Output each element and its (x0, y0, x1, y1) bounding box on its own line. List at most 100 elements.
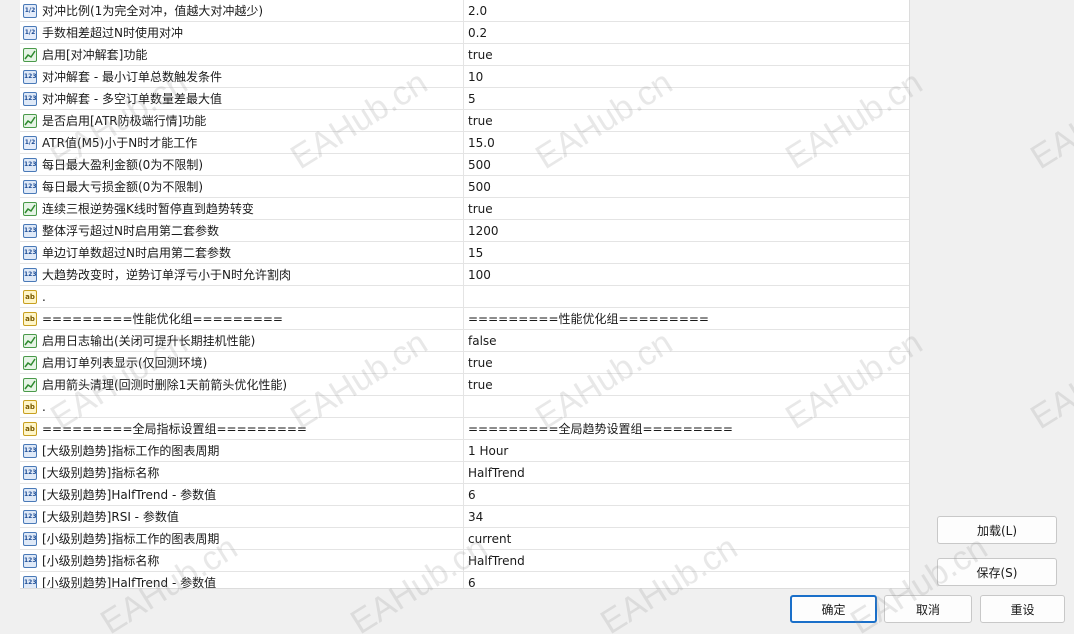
param-row[interactable]: 是否启用[ATR防极端行情]功能 true (20, 110, 909, 132)
param-value[interactable]: 34 (465, 506, 909, 527)
string-type-icon: ab (23, 289, 37, 304)
param-row[interactable]: 启用箭头清理(回测时删除1天前箭头优化性能) true (20, 374, 909, 396)
param-value[interactable]: 15 (465, 242, 909, 263)
integer-type-icon: 123 (23, 575, 37, 588)
param-value[interactable]: 10 (465, 66, 909, 87)
param-name-cell: ab =========性能优化组========= (20, 308, 464, 329)
param-row[interactable]: 123 单边订单数超过N时启用第二套参数 15 (20, 242, 909, 264)
param-name: =========性能优化组========= (42, 312, 283, 326)
integer-type-icon: 123 (23, 69, 37, 84)
param-row[interactable]: 1/2 ATR值(M5)小于N时才能工作 15.0 (20, 132, 909, 154)
param-value[interactable]: 500 (465, 154, 909, 175)
param-value[interactable]: 2.0 (465, 0, 909, 21)
param-name: 对冲解套 - 最小订单总数触发条件 (42, 70, 222, 84)
param-value[interactable]: false (465, 330, 909, 351)
param-name-cell: 连续三根逆势强K线时暂停直到趋势转变 (20, 198, 464, 219)
param-row[interactable]: 123 [大级别趋势]指标名称 HalfTrend (20, 462, 909, 484)
param-name-cell: 123 对冲解套 - 最小订单总数触发条件 (20, 66, 464, 87)
param-value[interactable] (465, 396, 909, 417)
integer-type-icon: 123 (23, 245, 37, 260)
param-name-cell: 1/2 手数相差超过N时使用对冲 (20, 22, 464, 43)
param-value[interactable]: 1200 (465, 220, 909, 241)
dialog-button-bar: 确定 取消 重设 (0, 589, 1074, 634)
param-value[interactable]: 6 (465, 484, 909, 505)
param-value[interactable]: 5 (465, 88, 909, 109)
load-button[interactable]: 加载(L) (937, 516, 1057, 544)
ok-button[interactable]: 确定 (790, 595, 877, 623)
param-row[interactable]: 启用订单列表显示(仅回测环境) true (20, 352, 909, 374)
param-row[interactable]: 启用[对冲解套]功能 true (20, 44, 909, 66)
param-row[interactable]: 123 [小级别趋势]指标名称 HalfTrend (20, 550, 909, 572)
param-value[interactable]: HalfTrend (465, 462, 909, 483)
integer-type-icon: 123 (23, 487, 37, 502)
cancel-button[interactable]: 取消 (884, 595, 972, 623)
param-row[interactable]: ab =========性能优化组========= =========性能优化组=… (20, 308, 909, 330)
param-row[interactable]: 1/2 手数相差超过N时使用对冲 0.2 (20, 22, 909, 44)
param-row[interactable]: 123 对冲解套 - 最小订单总数触发条件 10 (20, 66, 909, 88)
reset-button[interactable]: 重设 (980, 595, 1065, 623)
param-name-cell: 123 每日最大盈利金额(0为不限制) (20, 154, 464, 175)
param-name: [大级别趋势]指标工作的图表周期 (42, 444, 220, 458)
param-row[interactable]: 123 [大级别趋势]指标工作的图表周期 1 Hour (20, 440, 909, 462)
param-row[interactable]: 123 [大级别趋势]HalfTrend - 参数值 6 (20, 484, 909, 506)
param-name: =========全局指标设置组========= (42, 422, 307, 436)
param-row[interactable]: 123 整体浮亏超过N时启用第二套参数 1200 (20, 220, 909, 242)
param-value[interactable]: 0.2 (465, 22, 909, 43)
param-row[interactable]: 123 大趋势改变时，逆势订单浮亏小于N时允许割肉 100 (20, 264, 909, 286)
param-name: 启用订单列表显示(仅回测环境) (42, 356, 208, 370)
param-value[interactable]: true (465, 44, 909, 65)
param-value[interactable]: true (465, 352, 909, 373)
param-row[interactable]: ab. (20, 286, 909, 308)
param-name-cell: 启用箭头清理(回测时删除1天前箭头优化性能) (20, 374, 464, 395)
param-name: 手数相差超过N时使用对冲 (42, 26, 183, 40)
string-type-icon: ab (23, 399, 37, 414)
param-row[interactable]: 123 [小级别趋势]指标工作的图表周期 current (20, 528, 909, 550)
param-value[interactable] (465, 286, 909, 307)
integer-type-icon: 123 (23, 509, 37, 524)
param-name-cell: 123 整体浮亏超过N时启用第二套参数 (20, 220, 464, 241)
param-name: 每日最大盈利金额(0为不限制) (42, 158, 203, 172)
param-value[interactable]: true (465, 374, 909, 395)
param-name: 对冲解套 - 多空订单数量差最大值 (42, 92, 222, 106)
integer-type-icon: 123 (23, 267, 37, 282)
param-row[interactable]: 123 每日最大亏损金额(0为不限制) 500 (20, 176, 909, 198)
integer-type-icon: 123 (23, 91, 37, 106)
param-name-cell: 123 大趋势改变时，逆势订单浮亏小于N时允许割肉 (20, 264, 464, 285)
param-name-cell: 123 [大级别趋势]HalfTrend - 参数值 (20, 484, 464, 505)
param-row[interactable]: 启用日志输出(关闭可提升长期挂机性能) false (20, 330, 909, 352)
integer-type-icon: 123 (23, 223, 37, 238)
param-value[interactable]: 6 (465, 572, 909, 589)
param-name-cell: 123 每日最大亏损金额(0为不限制) (20, 176, 464, 197)
param-row[interactable]: 123 [大级别趋势]RSI - 参数值 34 (20, 506, 909, 528)
integer-type-icon: 123 (23, 179, 37, 194)
param-name: 是否启用[ATR防极端行情]功能 (42, 114, 207, 128)
param-value[interactable]: =========性能优化组========= (465, 308, 909, 329)
param-row[interactable]: 连续三根逆势强K线时暂停直到趋势转变 true (20, 198, 909, 220)
save-button[interactable]: 保存(S) (937, 558, 1057, 586)
integer-type-icon: 123 (23, 465, 37, 480)
param-row[interactable]: 123 [小级别趋势]HalfTrend - 参数值 6 (20, 572, 909, 589)
bool-type-icon (23, 355, 37, 370)
param-value[interactable]: true (465, 198, 909, 219)
param-value[interactable]: 500 (465, 176, 909, 197)
param-row[interactable]: ab. (20, 396, 909, 418)
param-value[interactable]: HalfTrend (465, 550, 909, 571)
param-row[interactable]: 123 对冲解套 - 多空订单数量差最大值 5 (20, 88, 909, 110)
param-row[interactable]: ab =========全局指标设置组========= =========全局趋势… (20, 418, 909, 440)
param-value[interactable]: 100 (465, 264, 909, 285)
param-value[interactable]: true (465, 110, 909, 131)
param-row[interactable]: 123 每日最大盈利金额(0为不限制) 500 (20, 154, 909, 176)
param-value[interactable]: 1 Hour (465, 440, 909, 461)
bool-type-icon (23, 333, 37, 348)
param-name-cell: 1/2 ATR值(M5)小于N时才能工作 (20, 132, 464, 153)
param-name-cell: 1/2 对冲比例(1为完全对冲，值越大对冲越少) (20, 0, 464, 21)
param-name-cell: 123 单边订单数超过N时启用第二套参数 (20, 242, 464, 263)
param-value[interactable]: 15.0 (465, 132, 909, 153)
param-value[interactable]: current (465, 528, 909, 549)
param-name-cell: 是否启用[ATR防极端行情]功能 (20, 110, 464, 131)
param-row[interactable]: 1/2 对冲比例(1为完全对冲，值越大对冲越少) 2.0 (20, 0, 909, 22)
integer-type-icon: 123 (23, 157, 37, 172)
param-name: ATR值(M5)小于N时才能工作 (42, 136, 198, 150)
param-name: [小级别趋势]指标工作的图表周期 (42, 532, 220, 546)
param-value[interactable]: =========全局趋势设置组========= (465, 418, 909, 439)
